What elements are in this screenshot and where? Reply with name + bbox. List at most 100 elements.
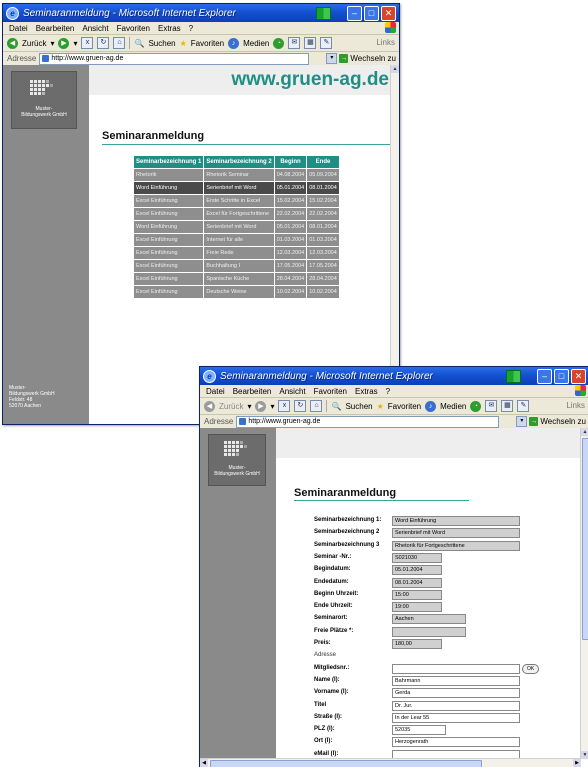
- field-input[interactable]: In der Lear 55: [392, 713, 520, 723]
- table-cell[interactable]: Word Einführung: [134, 182, 204, 194]
- menu-ansicht[interactable]: Ansicht: [279, 387, 305, 396]
- column-header[interactable]: Seminarbezeichnung 2: [204, 156, 274, 168]
- field-input[interactable]: 15:00: [392, 590, 442, 600]
- table-cell[interactable]: Rhetorik: [134, 169, 204, 181]
- table-cell[interactable]: Excel für Fortgeschrittene: [204, 208, 274, 220]
- links-label[interactable]: Links: [376, 38, 395, 47]
- mail-icon[interactable]: ✉: [485, 400, 498, 412]
- table-cell[interactable]: 01.03.2004: [274, 234, 307, 246]
- favorites-star-icon[interactable]: ★: [180, 39, 187, 48]
- table-cell[interactable]: Excel Einführung: [134, 260, 204, 272]
- maximize-button[interactable]: □: [554, 369, 569, 384]
- field-input[interactable]: Serienbrief mit Word: [392, 528, 520, 538]
- go-arrow-icon[interactable]: →: [339, 54, 349, 63]
- field-input[interactable]: [392, 627, 466, 637]
- title-bar[interactable]: e Seminaranmeldung - Microsoft Internet …: [3, 4, 399, 22]
- print-icon[interactable]: ▦: [304, 37, 317, 49]
- vertical-scrollbar[interactable]: ▲ ▼: [580, 428, 588, 759]
- refresh-icon[interactable]: ↻: [97, 37, 110, 49]
- table-cell[interactable]: Erste Schritte in Excel: [204, 195, 274, 207]
- dropdown-arrow-icon[interactable]: ▾: [73, 39, 77, 48]
- table-cell[interactable]: Buchhaltung I: [204, 260, 274, 272]
- table-cell[interactable]: Excel Einführung: [134, 286, 204, 298]
- column-header[interactable]: Ende: [307, 156, 339, 168]
- table-cell[interactable]: 08.01.2004: [307, 182, 339, 194]
- maximize-button[interactable]: □: [364, 6, 379, 21]
- table-cell[interactable]: 12.03.2004: [307, 247, 339, 259]
- edit-icon[interactable]: ✎: [517, 400, 530, 412]
- table-cell[interactable]: 01.03.2004: [307, 234, 339, 246]
- field-input[interactable]: [392, 664, 520, 674]
- close-button[interactable]: ✕: [381, 6, 396, 21]
- scroll-down-icon[interactable]: ▼: [581, 751, 588, 759]
- scroll-thumb[interactable]: [582, 438, 588, 640]
- field-input[interactable]: 19:00: [392, 602, 442, 612]
- table-row[interactable]: Word Einführung Serienbrief mit Word 05.01…: [134, 221, 339, 233]
- favorites-button-label[interactable]: Favoriten: [388, 402, 421, 411]
- table-row[interactable]: Rhetorik Rhetorik Seminar 04.08.2004 05.09.…: [134, 169, 339, 181]
- field-input[interactable]: Herzogenrath: [392, 737, 520, 747]
- address-input[interactable]: http://www.gruen-ag.de: [236, 415, 499, 428]
- address-dropdown-icon[interactable]: ▾: [326, 53, 338, 64]
- favorites-star-icon[interactable]: ★: [377, 402, 384, 411]
- address-dropdown-icon[interactable]: ▾: [516, 416, 528, 427]
- column-header[interactable]: Beginn: [274, 156, 307, 168]
- field-input[interactable]: Bahrmann: [392, 676, 520, 686]
- table-cell[interactable]: Deutsche Weine: [204, 286, 274, 298]
- dropdown-arrow-icon[interactable]: ▾: [247, 402, 251, 411]
- scroll-up-icon[interactable]: ▲: [391, 65, 399, 73]
- table-cell[interactable]: 04.08.2004: [274, 169, 307, 181]
- table-cell[interactable]: Spanische Küche: [204, 273, 274, 285]
- close-button[interactable]: ✕: [571, 369, 586, 384]
- history-icon[interactable]: ◔: [470, 400, 482, 412]
- home-icon[interactable]: ⌂: [113, 37, 126, 49]
- favorites-button-label[interactable]: Favoriten: [191, 39, 224, 48]
- table-row[interactable]: Excel Einführung Spanische Küche 28.04.200…: [134, 273, 339, 285]
- table-cell[interactable]: Internet für alle: [204, 234, 274, 246]
- search-button-label[interactable]: Suchen: [345, 402, 372, 411]
- print-icon[interactable]: ▦: [501, 400, 514, 412]
- table-cell[interactable]: 15.02.2004: [274, 195, 307, 207]
- menu-datei[interactable]: Datei: [206, 387, 225, 396]
- field-input[interactable]: Gerda: [392, 688, 520, 698]
- table-cell[interactable]: 28.04.2004: [307, 273, 339, 285]
- minimize-button[interactable]: –: [537, 369, 552, 384]
- media-button-label[interactable]: Medien: [243, 39, 269, 48]
- table-cell[interactable]: 05.01.2004: [274, 221, 307, 233]
- forward-arrow-icon[interactable]: ▶: [58, 37, 70, 49]
- table-cell[interactable]: 17.05.2004: [274, 260, 307, 272]
- dropdown-arrow-icon[interactable]: ▾: [270, 402, 274, 411]
- field-input[interactable]: 180,00: [392, 639, 442, 649]
- table-row[interactable]: Excel Einführung Excel für Fortgeschritte…: [134, 208, 339, 220]
- table-cell[interactable]: 12.03.2004: [274, 247, 307, 259]
- edit-icon[interactable]: ✎: [320, 37, 333, 49]
- table-cell[interactable]: Excel Einführung: [134, 247, 204, 259]
- ok-button[interactable]: OK: [522, 664, 540, 674]
- menu-bearbeiten[interactable]: Bearbeiten: [36, 24, 75, 33]
- table-row[interactable]: Excel Einführung Buchhaltung I 17.05.2004 1…: [134, 260, 339, 272]
- address-url[interactable]: http://www.gruen-ag.de: [51, 55, 123, 62]
- table-cell[interactable]: 05.01.2004: [274, 182, 307, 194]
- address-url[interactable]: http://www.gruen-ag.de: [248, 418, 320, 425]
- dropdown-arrow-icon[interactable]: ▾: [50, 39, 54, 48]
- media-icon[interactable]: ♪: [425, 400, 437, 412]
- links-label[interactable]: Links: [566, 401, 585, 410]
- table-row[interactable]: Excel Einführung Erste Schritte in Excel 1…: [134, 195, 339, 207]
- media-icon[interactable]: ♪: [228, 37, 240, 49]
- minimize-button[interactable]: –: [347, 6, 362, 21]
- table-cell[interactable]: Serienbrief mit Word: [204, 182, 274, 194]
- menu-extras[interactable]: Extras: [355, 387, 378, 396]
- field-input[interactable]: Rhetorik für Fortgeschrittene: [392, 541, 520, 551]
- menu-favoriten[interactable]: Favoriten: [117, 24, 150, 33]
- table-row[interactable]: Excel Einführung Freie Rede 12.03.2004 12.0…: [134, 247, 339, 259]
- table-cell[interactable]: Rhetorik Seminar: [204, 169, 274, 181]
- table-cell[interactable]: Excel Einführung: [134, 208, 204, 220]
- refresh-icon[interactable]: ↻: [294, 400, 307, 412]
- go-button-label[interactable]: Wechseln zu: [540, 417, 586, 426]
- table-cell[interactable]: 22.02.2004: [307, 208, 339, 220]
- field-input[interactable]: 05.01.2004: [392, 565, 442, 575]
- menu-help[interactable]: ?: [189, 24, 193, 33]
- table-cell[interactable]: 17.05.2004: [307, 260, 339, 272]
- menu-favoriten[interactable]: Favoriten: [314, 387, 347, 396]
- forward-arrow-icon[interactable]: ▶: [255, 400, 267, 412]
